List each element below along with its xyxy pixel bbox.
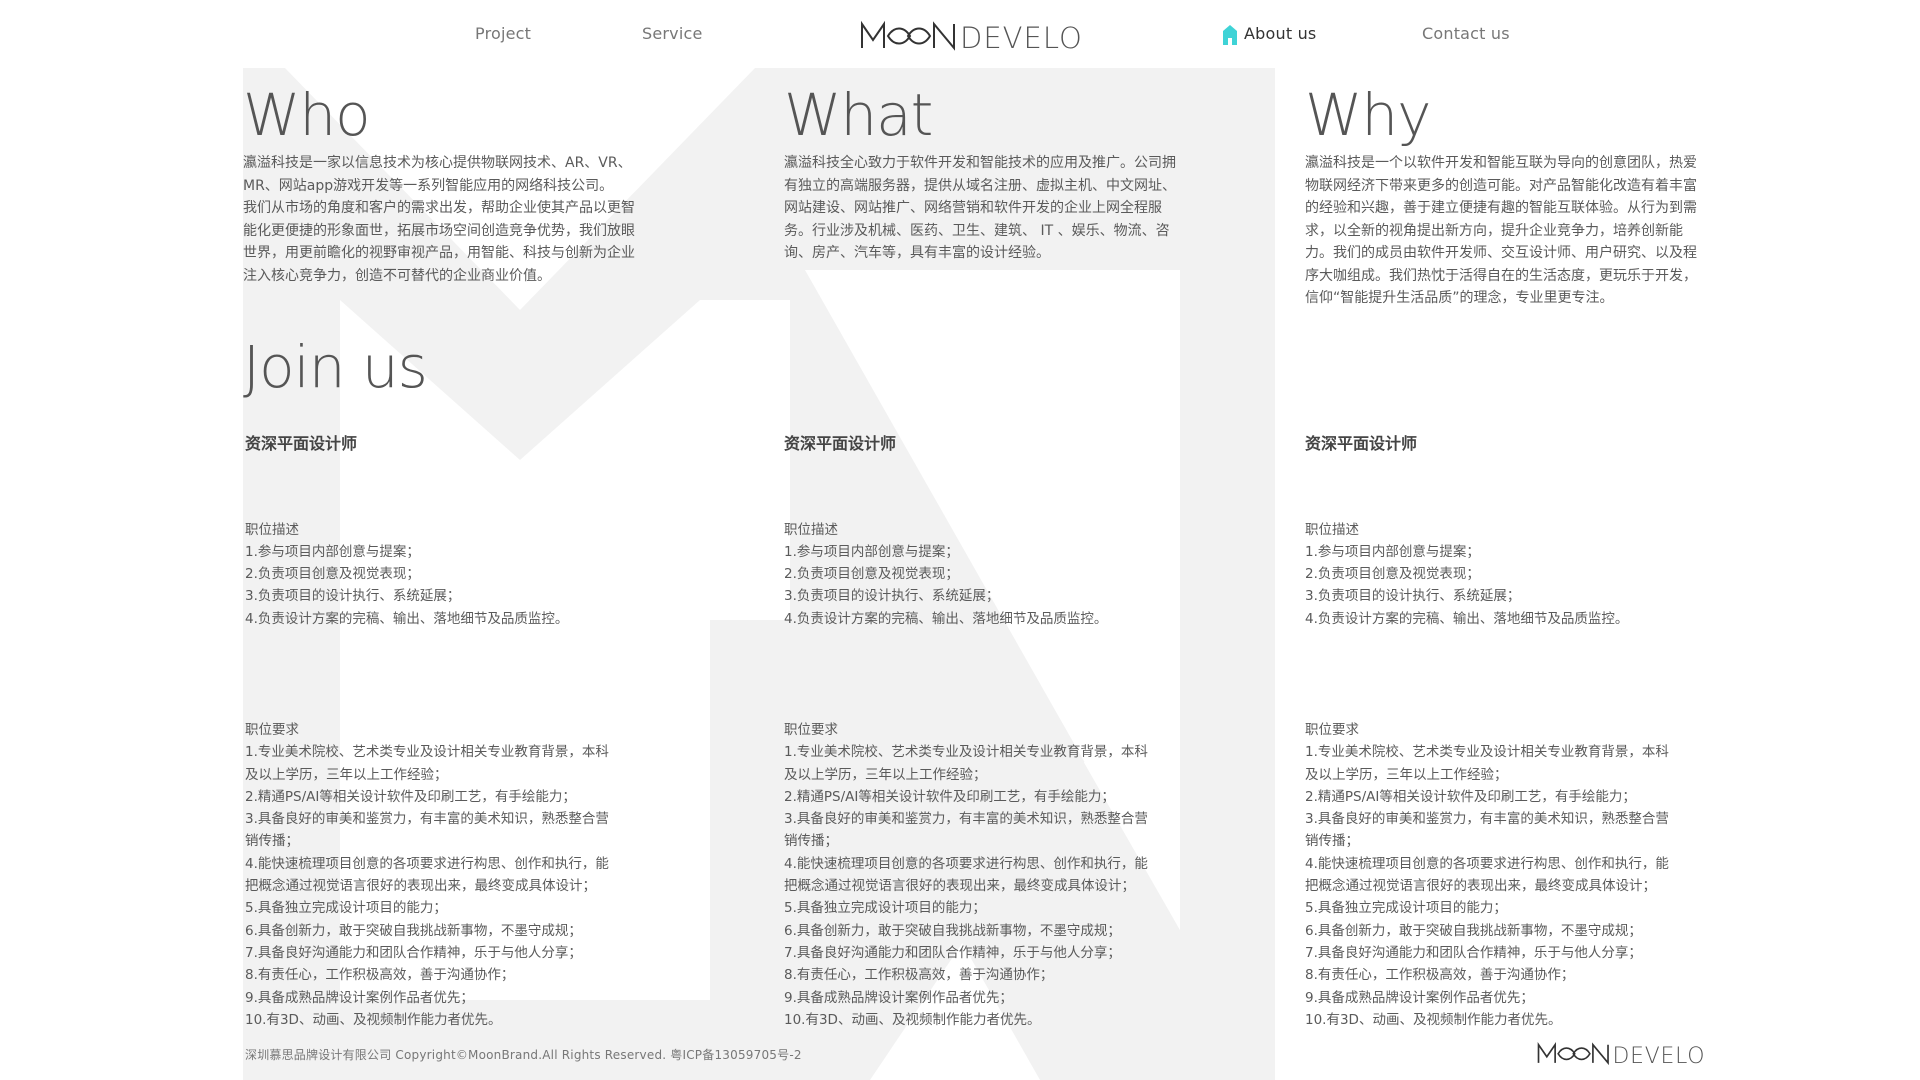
- job-desc-label: 职位描述: [245, 521, 299, 538]
- moondevelop-logo[interactable]: DEVELOP: [860, 18, 1085, 52]
- who-heading: Who: [243, 81, 371, 149]
- nav-link-service[interactable]: Service: [642, 24, 703, 43]
- what-heading: What: [784, 81, 933, 149]
- job-req-list: 1.专业美术院校、艺术类专业及设计相关专业教育背景，本科 及以上学历，三年以上工…: [784, 744, 1148, 1028]
- home-indicator-icon: [1223, 25, 1237, 45]
- job-desc-label: 职位描述: [1305, 521, 1359, 538]
- job-title: 资深平面设计师: [245, 434, 358, 453]
- job-desc-list: 1.参与项目内部创意与提案； 2.负责项目创意及视觉表现； 3.负责项目的设计执…: [1305, 543, 1629, 627]
- job-req-label: 职位要求: [245, 721, 299, 738]
- about-content: Who 瀛溢科技是一家以信息技术为核心提供物联网技术、AR、VR、 MR、网站a…: [0, 0, 1920, 1080]
- job-req-list: 1.专业美术院校、艺术类专业及设计相关专业教育背景，本科 及以上学历，三年以上工…: [1305, 744, 1669, 1028]
- footer-logo[interactable]: DEVELOP: [1537, 1040, 1707, 1066]
- job-details: 职位描述 1.参与项目内部创意与提案； 2.负责项目创意及视觉表现； 3.负责项目…: [784, 474, 1204, 1053]
- job-title: 资深平面设计师: [1305, 434, 1418, 453]
- nav-link-contact[interactable]: Contact us: [1422, 24, 1510, 43]
- nav-link-about[interactable]: About us: [1244, 24, 1316, 43]
- job-req-label: 职位要求: [784, 721, 838, 738]
- job-title: 资深平面设计师: [784, 434, 897, 453]
- why-heading: Why: [1305, 81, 1431, 149]
- join-heading: Join us: [243, 333, 428, 401]
- job-details: 职位描述 1.参与项目内部创意与提案； 2.负责项目创意及视觉表现； 3.负责项目…: [245, 474, 665, 1053]
- job-details: 职位描述 1.参与项目内部创意与提案； 2.负责项目创意及视觉表现； 3.负责项目…: [1305, 474, 1725, 1053]
- job-desc-list: 1.参与项目内部创意与提案； 2.负责项目创意及视觉表现； 3.负责项目的设计执…: [784, 543, 1108, 627]
- job-req-label: 职位要求: [1305, 721, 1359, 738]
- why-text: 瀛溢科技是一个以软件开发和智能互联为导向的创意团队，热爱 物联网经济下带来更多的…: [1305, 155, 1697, 306]
- what-text: 瀛溢科技全心致力于软件开发和智能技术的应用及推广。公司拥 有独立的高端服务器，提…: [784, 155, 1176, 261]
- who-text: 瀛溢科技是一家以信息技术为核心提供物联网技术、AR、VR、 MR、网站app游戏…: [243, 155, 635, 284]
- svg-text:DEVELOP: DEVELOP: [1613, 1044, 1707, 1066]
- svg-text:DEVELOP: DEVELOP: [960, 21, 1085, 52]
- footer-copyright: 深圳慕思品牌设计有限公司 Copyright©MoonBrand.All Rig…: [245, 1048, 802, 1062]
- job-desc-list: 1.参与项目内部创意与提案； 2.负责项目创意及视觉表现； 3.负责项目的设计执…: [245, 543, 569, 627]
- top-navigation: Project Service DEVELOP About us Contact…: [0, 0, 1920, 70]
- nav-link-project[interactable]: Project: [475, 24, 531, 43]
- job-desc-label: 职位描述: [784, 521, 838, 538]
- job-req-list: 1.专业美术院校、艺术类专业及设计相关专业教育背景，本科 及以上学历，三年以上工…: [245, 744, 609, 1028]
